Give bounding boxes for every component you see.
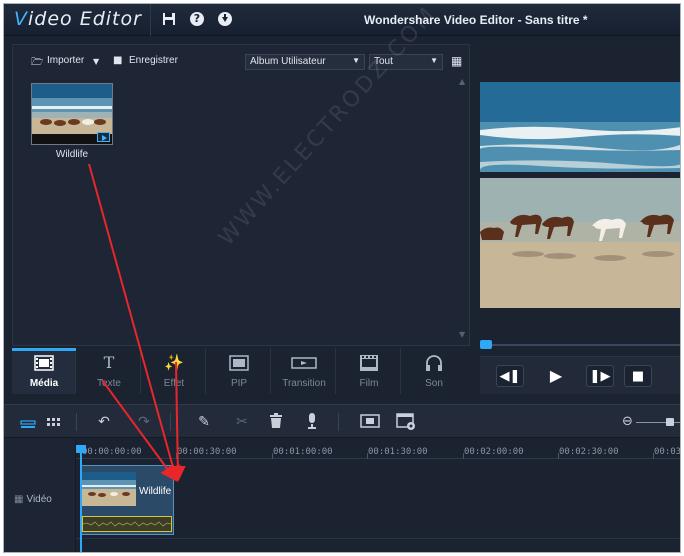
stop-button[interactable]: ■ [624, 365, 652, 387]
ruler-tick [558, 453, 559, 459]
ruler-label: 00:02:30:00 [559, 447, 619, 457]
tab-pip[interactable]: PIP [207, 348, 271, 394]
film-icon [359, 354, 379, 372]
video-track-label: ▦ Vidéo [14, 494, 52, 505]
microphone-icon[interactable] [302, 413, 322, 431]
media-item-wildlife[interactable]: Wildlife [31, 83, 115, 167]
app-logo: Video Editor [14, 8, 142, 30]
timeline: ▦ Vidéo 00:00:00:00 00:00:30:00 00:01:00:… [4, 439, 681, 552]
trash-icon[interactable] [266, 413, 286, 431]
seekbar-handle[interactable] [480, 340, 492, 349]
zoom-track[interactable] [636, 422, 680, 423]
tab-text[interactable]: T Texte [77, 348, 141, 394]
media-thumbnail[interactable] [31, 83, 113, 145]
download-icon[interactable] [218, 12, 232, 26]
tab-film[interactable]: Film [337, 348, 401, 394]
ruler-label: 00:00:30:00 [177, 447, 237, 457]
magic-wand-icon: ✨ [164, 353, 184, 372]
media-toolbar: 🗁 Importer ▼ ■ Enregistrer Album Utilisa… [13, 45, 469, 75]
toolbar-divider [76, 413, 77, 431]
ruler-label: 00:01:30:00 [368, 447, 428, 457]
title-bar: Video Editor ? Wondershare Video Editor … [4, 4, 680, 36]
play-icon: ▶ [549, 366, 563, 385]
timeline-clip-wildlife[interactable]: Wildlife [80, 465, 174, 535]
ruler-tick [653, 453, 654, 459]
preview-video-frame [480, 82, 680, 308]
tab-sound[interactable]: Son [402, 348, 466, 394]
category-tabs: Média T Texte ✨ Effet PIP Transition Fil… [12, 348, 470, 394]
transition-icon [291, 354, 317, 372]
previous-frame-button[interactable]: ◀❚ [496, 365, 524, 387]
clip-audio-waveform [82, 516, 172, 532]
undo-icon[interactable]: ↶ [94, 413, 114, 431]
sort-icon[interactable]: ▦ [451, 54, 462, 68]
clip-thumbnail [82, 472, 136, 506]
step-forward-icon: ❚▶ [589, 369, 611, 384]
step-back-icon: ◀❚ [499, 369, 521, 384]
preview-seekbar[interactable] [480, 340, 680, 350]
scissors-icon[interactable]: ✂ [232, 413, 252, 431]
pip-icon [229, 354, 249, 372]
toolbar-divider [338, 413, 339, 431]
play-button[interactable]: ▶ [542, 365, 570, 387]
scroll-down-icon[interactable]: ▼ [459, 330, 465, 339]
timeline-toolbar: ↶ ↷ ✎ ✂ ⊖ [4, 404, 680, 438]
redo-icon[interactable]: ↷ [134, 413, 154, 431]
tab-media[interactable]: Média [12, 348, 76, 394]
film-icon: ▦ [14, 494, 24, 505]
import-button[interactable]: Importer [47, 55, 84, 66]
filter-select[interactable]: Tout ▼ [369, 54, 443, 70]
chevron-down-icon: ▼ [352, 56, 360, 65]
ruler-tick [176, 453, 177, 459]
snapshot-icon[interactable] [360, 413, 380, 431]
ruler-tick [272, 453, 273, 459]
media-item-label: Wildlife [55, 149, 89, 160]
album-select[interactable]: Album Utilisateur ▼ [245, 54, 365, 70]
scroll-up-icon[interactable]: ▲ [459, 77, 465, 86]
folder-icon[interactable]: 🗁 [31, 55, 43, 72]
tab-transition[interactable]: Transition [272, 348, 336, 394]
headphones-icon [424, 354, 444, 372]
export-settings-icon[interactable] [396, 413, 416, 431]
playback-controls: ◀❚ ▶ ❚▶ ■ [480, 356, 680, 394]
zoom-slider[interactable]: ⊖ [622, 415, 680, 429]
video-editor-window: Video Editor ? Wondershare Video Editor … [3, 3, 681, 553]
media-library-panel: 🗁 Importer ▼ ■ Enregistrer Album Utilisa… [12, 44, 470, 346]
edit-icon[interactable]: ✎ [194, 413, 214, 431]
storyboard-view-icon[interactable] [44, 413, 64, 431]
chevron-down-icon: ▼ [430, 56, 438, 65]
zoom-handle[interactable] [666, 418, 674, 426]
chevron-down-icon[interactable]: ▼ [93, 57, 99, 66]
ruler-label: 00:03:00 [654, 447, 681, 457]
media-scrollbar[interactable]: ▲ ▼ [459, 77, 467, 339]
ruler-tick [463, 453, 464, 459]
camera-icon[interactable]: ■ [113, 55, 122, 66]
timeline-ruler[interactable]: 00:00:00:00 00:00:30:00 00:01:00:00 00:0… [76, 439, 681, 459]
ruler-label: 00:02:00:00 [464, 447, 524, 457]
window-title: Wondershare Video Editor - Sans titre * [364, 13, 588, 27]
save-icon[interactable] [162, 12, 176, 26]
playhead[interactable] [80, 447, 82, 552]
preview-player: ◀❚ ▶ ❚▶ ■ [480, 44, 680, 394]
tab-effect[interactable]: ✨ Effet [142, 348, 206, 394]
media-filmstrip-icon [34, 354, 54, 372]
next-frame-button[interactable]: ❚▶ [586, 365, 614, 387]
track-header: ▦ Vidéo [4, 439, 76, 552]
video-badge-icon [97, 132, 110, 142]
text-icon: T [103, 353, 115, 372]
toolbar-divider [170, 413, 171, 431]
timeline-view-icon[interactable] [18, 413, 38, 431]
seekbar-track[interactable] [480, 344, 680, 346]
ruler-label: 00:01:00:00 [273, 447, 333, 457]
help-icon[interactable]: ? [190, 12, 204, 26]
stop-icon: ■ [631, 369, 645, 384]
record-button[interactable]: Enregistrer [129, 55, 178, 66]
clip-label: Wildlife [139, 486, 172, 497]
video-track[interactable]: Wildlife [76, 461, 680, 539]
zoom-out-icon[interactable]: ⊖ [622, 415, 633, 429]
ruler-label: 00:00:00:00 [82, 447, 142, 457]
title-bar-divider [150, 4, 151, 36]
ruler-tick [367, 453, 368, 459]
